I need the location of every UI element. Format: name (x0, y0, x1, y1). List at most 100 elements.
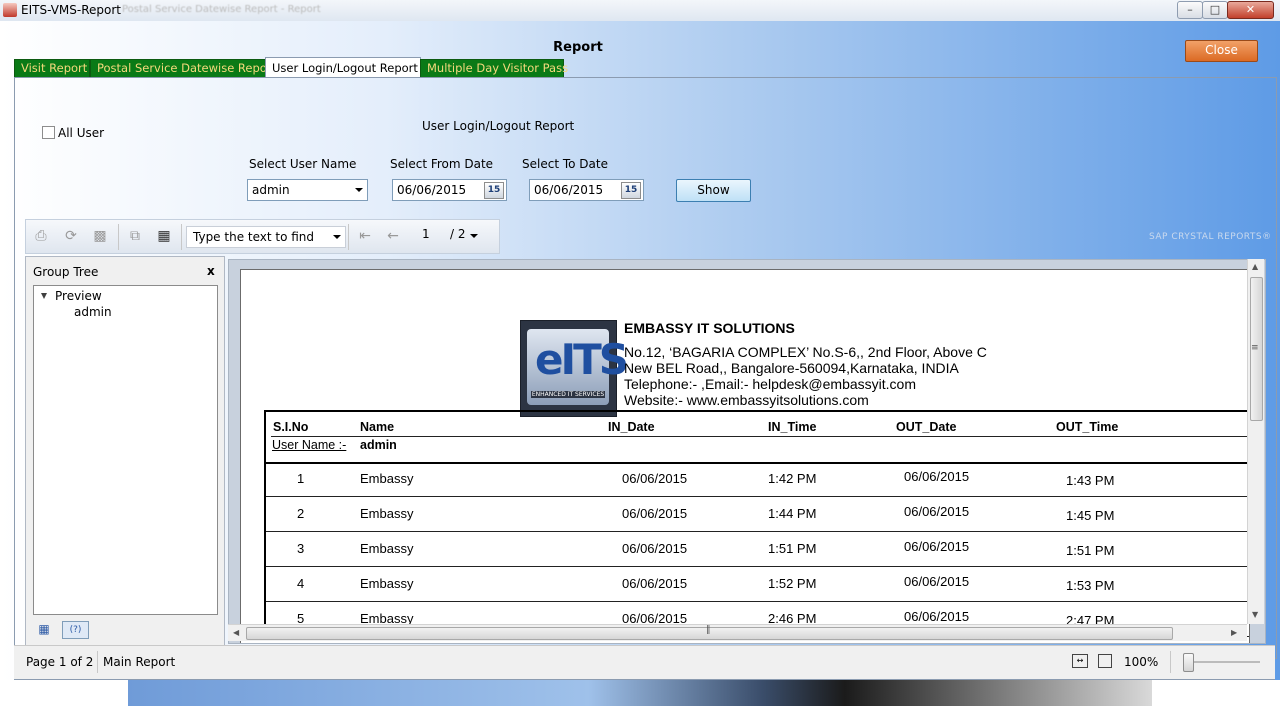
print-icon[interactable]: ⎙ (31, 227, 51, 245)
group-tree-close-icon[interactable]: x (207, 264, 215, 278)
table-cell-out-date: 06/06/2015 (904, 539, 970, 554)
from-date-picker[interactable]: 06/06/2015 15 (392, 179, 507, 201)
find-text-input[interactable]: Type the text to find (186, 226, 346, 248)
table-cell-sno: 3 (297, 541, 305, 556)
report-page: eITS ENHANCED IT SERVICES EMBASSY IT SOL… (240, 269, 1250, 643)
zoom-slider-thumb[interactable] (1183, 653, 1194, 672)
to-date-picker[interactable]: 06/06/2015 15 (529, 179, 644, 201)
tab-visit-report[interactable]: Visit Report (14, 59, 90, 78)
fit-page-icon[interactable] (1098, 654, 1112, 668)
row-left-rule (264, 496, 266, 531)
table-cell-out-time: 1:53 PM (1066, 578, 1115, 593)
from-date-label: Select From Date (390, 157, 494, 171)
desktop-background (0, 680, 1280, 720)
previous-page-icon[interactable]: ← (383, 227, 403, 245)
table-cell-out-date: 06/06/2015 (904, 504, 970, 519)
scroll-up-icon[interactable]: ▲ (1252, 262, 1258, 271)
table-cell-name: Embassy (360, 471, 414, 486)
table-cell-sno: 4 (297, 576, 305, 591)
user-name-label: Select User Name (249, 157, 357, 171)
group-value: admin (360, 438, 397, 452)
chevron-down-icon[interactable] (333, 235, 341, 239)
crystal-reports-logo: SAP CRYSTAL REPORTS® (1149, 232, 1272, 242)
window-close-button[interactable]: ✕ (1227, 1, 1274, 19)
app-icon (3, 3, 17, 17)
table-cell-out-time: 1:43 PM (1066, 473, 1115, 488)
table-cell-out-date: 06/06/2015 (904, 609, 970, 624)
user-name-select[interactable]: admin (247, 179, 368, 201)
column-header-out-time: OUT_Time (1056, 420, 1119, 434)
table-top-rule (265, 410, 1249, 412)
logo-subtitle: ENHANCED IT SERVICES (531, 391, 605, 398)
refresh-icon[interactable]: ⟳ (61, 227, 81, 245)
calendar-icon[interactable]: 15 (621, 182, 641, 199)
row-left-rule (264, 566, 266, 601)
tab-postal-service-datewise-report[interactable]: Postal Service Datewise Report (90, 59, 276, 78)
tree-expander-icon[interactable] (41, 293, 47, 299)
desktop-wallpaper (128, 680, 1152, 706)
horizontal-scrollbar[interactable]: ◀ ‖ ▶ (228, 624, 1247, 641)
maximize-button[interactable]: □ (1202, 1, 1228, 19)
table-cell-name: Embassy (360, 541, 414, 556)
user-name-value: admin (252, 183, 290, 197)
scroll-down-icon[interactable]: ▼ (1252, 610, 1258, 619)
parameter-panel-icon[interactable]: (?) (62, 621, 89, 639)
toolbar-divider (181, 224, 182, 250)
to-date-label: Select To Date (522, 157, 608, 171)
tree-node-admin[interactable]: admin (74, 305, 112, 319)
table-cell-in-date: 06/06/2015 (622, 506, 688, 521)
group-tree-toggle-icon[interactable]: ▦ (154, 227, 174, 245)
row-left-rule (264, 461, 266, 496)
group-tree-box: Preview admin (33, 285, 218, 615)
table-cell-in-date: 06/06/2015 (622, 576, 688, 591)
vertical-scrollbar[interactable]: ▲ ≡ ▼ (1247, 259, 1264, 624)
company-address-line2: New BEL Road,, Bangalore-560094,Karnatak… (624, 360, 959, 376)
table-cell-name: Embassy (360, 576, 414, 591)
to-date-value: 06/06/2015 (534, 183, 604, 197)
page-menu-chevron-icon[interactable] (470, 234, 478, 238)
scroll-right-icon[interactable]: ▶ (1231, 628, 1237, 637)
all-user-label: All User (58, 126, 105, 140)
column-header-in-time: IN_Time (768, 420, 817, 434)
report-toolbar: ⎙ ⟳ ▩ ⧉ ▦ Type the text to find ⇤ ← 1 / … (25, 219, 500, 254)
table-cell-out-date: 06/06/2015 (904, 574, 970, 589)
company-address-line1: No.12, ‘BAGARIA COMPLEX’ No.S-6,, 2nd Fl… (624, 344, 987, 360)
column-header-in-date: IN_Date (608, 420, 655, 434)
calendar-icon[interactable]: 15 (484, 182, 504, 199)
minimize-button[interactable]: – (1177, 1, 1203, 19)
table-cell-out-time: 1:51 PM (1066, 543, 1115, 558)
toolbar-divider (348, 224, 349, 250)
row-rule (265, 496, 1249, 497)
toolbar-divider (118, 224, 119, 250)
table-cell-name: Embassy (360, 506, 414, 521)
fit-width-icon[interactable]: ↔ (1072, 654, 1088, 668)
group-tree-icon[interactable]: ▦ (36, 621, 52, 637)
scroll-left-icon[interactable]: ◀ (233, 628, 239, 637)
zoom-level: 100% (1124, 655, 1159, 669)
table-cell-in-time: 1:52 PM (768, 576, 817, 591)
tab-multiple-day-visitor-pass[interactable]: Multiple Day Visitor Pass (420, 59, 568, 78)
table-cell-out-time: 1:45 PM (1066, 508, 1115, 523)
group-rule (265, 462, 1249, 464)
title-bar: EITS-VMS-Report Postal Service Datewise … (0, 0, 1280, 22)
header-rule (271, 436, 1249, 437)
tree-node-preview[interactable]: Preview (55, 289, 102, 303)
company-logo: eITS ENHANCED IT SERVICES (520, 320, 629, 417)
find-placeholder: Type the text to find (193, 230, 315, 244)
zoom-slider-track[interactable] (1184, 661, 1260, 663)
table-cell-sno: 2 (297, 506, 305, 521)
company-website: Website:- www.embassyitsolutions.com (624, 392, 869, 408)
page-number[interactable]: 1 (422, 227, 430, 241)
export-icon[interactable]: ▩ (90, 227, 110, 245)
row-rule (265, 601, 1249, 602)
show-button[interactable]: Show (676, 179, 751, 202)
group-tree-panel: Group Tree x Preview admin ▦ (?) (25, 256, 225, 647)
row-rule (265, 566, 1249, 567)
all-user-checkbox[interactable] (42, 126, 55, 139)
copy-icon[interactable]: ⧉ (125, 227, 145, 245)
close-button[interactable]: Close (1185, 40, 1258, 62)
first-page-icon[interactable]: ⇤ (355, 227, 375, 245)
company-telephone: Telephone:- ,Email:- helpdesk@embassyit.… (624, 376, 917, 392)
tab-user-login-logout-report[interactable]: User Login/Logout Report (265, 57, 421, 78)
page-title: Report (553, 40, 603, 55)
